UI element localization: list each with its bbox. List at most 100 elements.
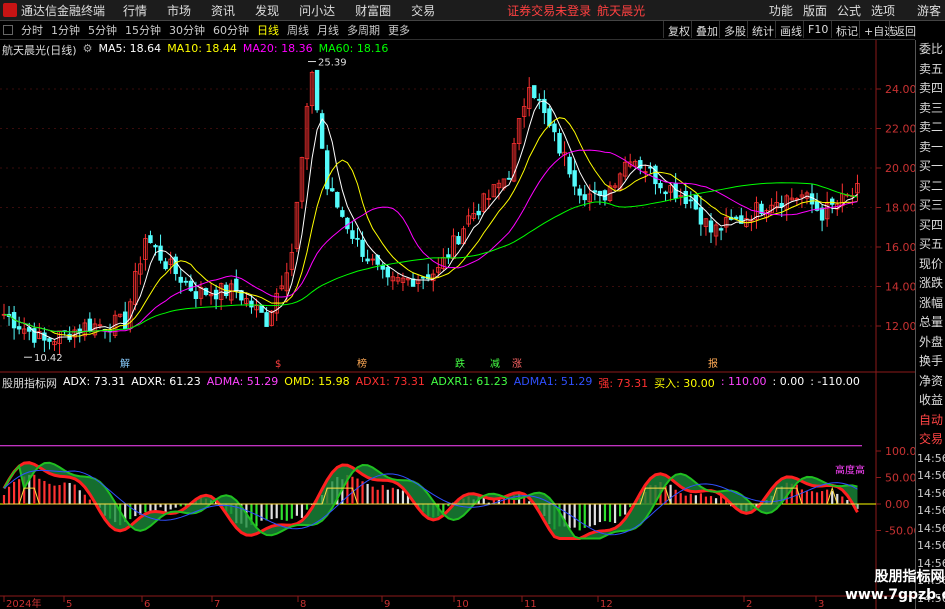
- settings-icon[interactable]: ⚙: [83, 42, 93, 58]
- draw-button[interactable]: 画线: [775, 21, 806, 38]
- indicator-value-1: ADXR: 61.23: [131, 375, 201, 388]
- candle-body: [148, 235, 153, 244]
- overlay-button[interactable]: 叠加: [691, 21, 722, 38]
- title-bar: 通达信金融终端 行情 市场 资讯 发现 问小达 财富圈 交易 证券交易未登录 航…: [0, 0, 945, 21]
- indicator-value-8: 买入: 30.00: [654, 377, 715, 390]
- sidebar-field-16: 换手: [918, 354, 943, 368]
- candle-body: [572, 170, 577, 187]
- event-marker-0: 解: [120, 357, 130, 370]
- indicator-tick-label: -50.00: [885, 525, 915, 538]
- candle-body: [16, 326, 22, 330]
- time-label-3: 7: [214, 599, 220, 609]
- period-monthly[interactable]: 月线: [317, 22, 339, 38]
- indicator-value-9: : 110.00: [720, 375, 767, 388]
- period-5min[interactable]: 5分钟: [88, 22, 117, 38]
- ma5-label: MA5: 18.64: [98, 42, 162, 55]
- sidebar-field-7: 买二: [918, 178, 943, 193]
- indicator-name: 股朋指标网: [2, 377, 57, 390]
- candle-body: [698, 207, 704, 225]
- event-marker-6: 报: [708, 357, 718, 370]
- chart-area[interactable]: 24.0022.0020.0018.0016.0014.0012.0025.39…: [0, 40, 915, 609]
- time-label-2: 6: [144, 599, 150, 609]
- ma10-label: MA10: 18.44: [167, 42, 237, 55]
- candle-body: [718, 228, 724, 231]
- guest-label[interactable]: 游客: [917, 2, 941, 19]
- candle-body: [193, 291, 199, 299]
- mark-button[interactable]: 标记: [831, 21, 862, 38]
- main-chart-title: 航天晨光(日线): [2, 44, 77, 57]
- sidebar-field-9: 买四: [918, 217, 943, 232]
- layout-button[interactable]: 版面: [803, 2, 827, 19]
- event-marker-4: 减: [490, 358, 500, 370]
- tick-time-4: 14:56: [917, 521, 945, 535]
- indicator-tick-label: 50.00: [885, 472, 915, 485]
- app-logo-icon: [3, 3, 17, 17]
- candle-body: [153, 245, 158, 248]
- candle-body: [350, 230, 355, 239]
- candle-body: [506, 177, 512, 180]
- menu-ask[interactable]: 问小达: [299, 2, 335, 19]
- watermark-line2: www.7gpzb.com: [845, 587, 945, 603]
- candle-body: [355, 237, 360, 240]
- stock-name-header: 航天晨光: [597, 3, 646, 18]
- candle-body: [385, 266, 390, 278]
- period-more[interactable]: 更多: [388, 22, 410, 38]
- candle-body: [178, 276, 183, 283]
- sidebar-field-8: 买三: [918, 198, 943, 212]
- multi-stock-button[interactable]: 多股: [719, 21, 750, 38]
- period-intraday[interactable]: 分时: [21, 22, 43, 38]
- indicator-value-2: ADMA: 51.29: [206, 375, 279, 388]
- menu-market[interactable]: 市场: [167, 2, 191, 19]
- f10-button[interactable]: F10: [803, 21, 832, 38]
- time-label-1: 5: [66, 599, 72, 609]
- candle-body: [779, 202, 784, 208]
- indicator-value-10: : 0.00: [772, 375, 805, 388]
- time-label-8: 12: [600, 599, 613, 609]
- candle-body: [314, 69, 320, 111]
- adjust-button[interactable]: 复权: [663, 21, 694, 38]
- indicator-value-3: OMD: 15.98: [284, 375, 350, 388]
- function-button[interactable]: 功能: [769, 2, 793, 19]
- collapse-icon[interactable]: [3, 25, 13, 35]
- period-60min[interactable]: 60分钟: [213, 22, 249, 38]
- time-label-10: 3: [818, 599, 824, 609]
- sidebar-trade-tab[interactable]: 交易: [916, 430, 945, 450]
- sidebar-field-14: 总量: [918, 315, 943, 329]
- menu-quotes[interactable]: 行情: [123, 2, 147, 19]
- stats-button[interactable]: 统计: [747, 21, 778, 38]
- tick-time-1: 14:56: [917, 469, 945, 482]
- candle-body: [87, 318, 93, 332]
- candle-body: [658, 182, 663, 189]
- formula-button[interactable]: 公式: [837, 2, 861, 19]
- login-notice[interactable]: 证券交易未登录: [507, 2, 591, 19]
- period-30min[interactable]: 30分钟: [169, 22, 205, 38]
- sidebar-auto-tab[interactable]: 自动: [916, 411, 945, 431]
- candle-body: [809, 193, 815, 205]
- event-marker-2: 榜: [357, 357, 367, 370]
- candle-body: [249, 300, 254, 308]
- back-button[interactable]: 返回: [889, 21, 920, 38]
- candle-body: [163, 261, 168, 270]
- options-button[interactable]: 选项: [871, 2, 895, 19]
- sidebar-field-2: 卖四: [918, 81, 943, 95]
- period-daily[interactable]: 日线: [257, 22, 279, 38]
- candle-body: [638, 160, 643, 169]
- candle-body: [582, 194, 587, 201]
- menu-wealth[interactable]: 财富圈: [355, 2, 391, 19]
- event-marker-3: 跌: [455, 357, 465, 370]
- menu-news[interactable]: 资讯: [211, 2, 235, 19]
- menu-discover[interactable]: 发现: [255, 2, 279, 19]
- period-15min[interactable]: 15分钟: [125, 22, 161, 38]
- candle-body: [123, 311, 128, 330]
- indicator-value-0: ADX: 73.31: [63, 375, 126, 388]
- period-weekly[interactable]: 周线: [287, 22, 309, 38]
- ma60-label: MA60: 18.16: [318, 42, 389, 55]
- period-1min[interactable]: 1分钟: [51, 22, 80, 38]
- candle-body: [264, 312, 269, 327]
- price-tick-label: 18.00: [885, 202, 915, 215]
- menu-trade[interactable]: 交易: [411, 2, 435, 19]
- period-multi[interactable]: 多周期: [347, 22, 380, 38]
- price-tick-label: 22.00: [885, 123, 915, 136]
- time-label-5: 9: [384, 599, 390, 609]
- right-sidebar: 委比 卖五 卖四 卖三 卖二 卖一 买一 买二 买三 买四 买五 现价 涨跌 涨幅 总量 外盘 换手 净资 收益 自动…: [915, 40, 945, 609]
